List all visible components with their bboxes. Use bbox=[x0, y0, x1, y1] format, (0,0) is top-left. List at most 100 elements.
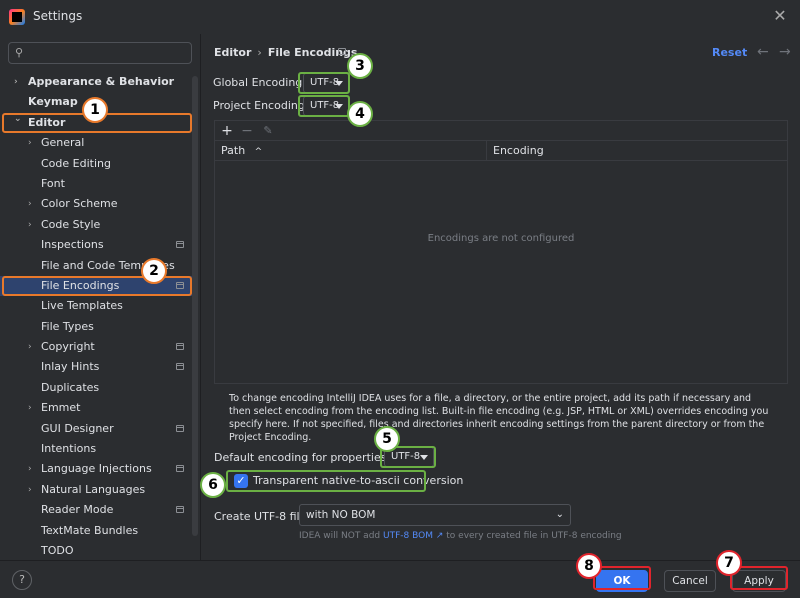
sidebar-item-label: File Types bbox=[41, 319, 94, 333]
chevron-right-icon[interactable]: › bbox=[28, 337, 38, 357]
close-icon[interactable]: ✕ bbox=[770, 6, 790, 26]
breadcrumb-separator-icon: › bbox=[257, 46, 262, 59]
column-header-encoding[interactable]: Encoding bbox=[487, 141, 787, 161]
step-badge-6: 6 bbox=[200, 472, 226, 498]
sidebar-item-natural-languages[interactable]: › Natural Languages bbox=[0, 480, 192, 500]
apply-button[interactable]: Apply bbox=[732, 570, 786, 592]
column-header-path[interactable]: Path ^ bbox=[215, 141, 487, 161]
chevron-right-icon[interactable]: › bbox=[28, 194, 38, 214]
chevron-right-icon[interactable]: › bbox=[28, 133, 38, 153]
empty-table-message: Encodings are not configured bbox=[427, 233, 575, 244]
step-badge-1: 1 bbox=[82, 97, 108, 123]
bom-note: IDEA will NOT add UTF-8 BOM ↗ to every c… bbox=[299, 531, 622, 541]
sidebar-item-general[interactable]: › General bbox=[0, 133, 192, 153]
project-encoding-label: Project Encoding: bbox=[213, 99, 309, 112]
sidebar-item-color-scheme[interactable]: › Color Scheme bbox=[0, 194, 192, 214]
path-header-label: Path bbox=[221, 144, 246, 157]
project-scope-icon bbox=[176, 363, 184, 371]
project-scope-icon bbox=[176, 343, 184, 351]
sidebar-item-todo[interactable]: TODO bbox=[0, 541, 192, 560]
sidebar-item-label: Emmet bbox=[41, 401, 81, 415]
main-panel: Editor › File Encodings Reset ← → Global E… bbox=[200, 34, 800, 560]
step-badge-5: 5 bbox=[374, 426, 400, 452]
cancel-button[interactable]: Cancel bbox=[664, 570, 716, 592]
sidebar-item-label: Copyright bbox=[41, 340, 95, 354]
sidebar-scrollbar[interactable] bbox=[192, 76, 198, 536]
reset-link[interactable]: Reset bbox=[712, 46, 747, 59]
table-toolbar: + − ✎ bbox=[214, 120, 788, 140]
sidebar-item-textmate-bundles[interactable]: TextMate Bundles bbox=[0, 521, 192, 541]
sidebar-item-label: General bbox=[41, 136, 85, 150]
sidebar-item-copyright[interactable]: › Copyright bbox=[0, 337, 192, 357]
sidebar-item-label: Language Injections bbox=[41, 462, 152, 476]
sidebar-item-label: Duplicates bbox=[41, 380, 100, 394]
remove-icon[interactable]: − bbox=[237, 121, 257, 141]
sidebar-item-label: Font bbox=[41, 176, 65, 190]
sidebar-item-inspections[interactable]: Inspections bbox=[0, 235, 192, 255]
step-badge-8: 8 bbox=[576, 553, 602, 579]
sidebar-item-gui-designer[interactable]: GUI Designer bbox=[0, 419, 192, 439]
sidebar-item-file-types[interactable]: File Types bbox=[0, 317, 192, 337]
project-encoding-dropdown[interactable]: UTF-8 bbox=[303, 96, 349, 116]
bom-note-suffix: to every created file in UTF-8 encoding bbox=[446, 531, 622, 541]
chevron-right-icon[interactable]: › bbox=[28, 215, 38, 235]
chevron-right-icon[interactable]: › bbox=[28, 398, 38, 418]
edit-pencil-icon[interactable]: ✎ bbox=[258, 121, 278, 141]
window-title: Settings bbox=[33, 9, 83, 23]
sidebar-item-code-editing[interactable]: Code Editing bbox=[0, 154, 192, 174]
sidebar-item-reader-mode[interactable]: Reader Mode bbox=[0, 500, 192, 520]
chevron-down-icon: ⌄ bbox=[555, 509, 564, 520]
project-scope-icon bbox=[338, 48, 346, 55]
sidebar-item-label: Inspections bbox=[41, 238, 104, 252]
native-to-ascii-label[interactable]: Transparent native-to-ascii conversion bbox=[253, 474, 463, 487]
step-badge-4: 4 bbox=[347, 101, 373, 127]
help-icon[interactable]: ? bbox=[12, 570, 32, 590]
sidebar-item-label: Intentions bbox=[41, 442, 97, 456]
forward-arrow-icon[interactable]: → bbox=[779, 44, 791, 60]
sidebar-item-label: Natural Languages bbox=[41, 482, 146, 496]
sidebar-item-language-injections[interactable]: › Language Injections bbox=[0, 459, 192, 479]
search-input[interactable] bbox=[35, 45, 185, 61]
bom-dropdown[interactable]: with NO BOM ⌄ bbox=[299, 504, 571, 526]
sidebar-item-inlay-hints[interactable]: Inlay Hints bbox=[0, 357, 192, 377]
utf8-bom-link[interactable]: UTF-8 BOM ↗ bbox=[383, 531, 443, 541]
bom-value: with NO BOM bbox=[306, 509, 376, 521]
step-badge-3: 3 bbox=[347, 53, 373, 79]
back-arrow-icon[interactable]: ← bbox=[757, 44, 769, 60]
sidebar-item-label: Live Templates bbox=[41, 299, 123, 313]
add-icon[interactable]: + bbox=[217, 121, 237, 141]
chevron-right-icon[interactable]: › bbox=[28, 459, 38, 479]
sidebar-item-label: GUI Designer bbox=[41, 421, 114, 435]
sidebar-item-appearance-behavior[interactable]: › Appearance & Behavior bbox=[0, 72, 192, 92]
sidebar-item-label: TextMate Bundles bbox=[41, 523, 139, 537]
chevron-down-icon[interactable]: ⌄ bbox=[14, 109, 24, 129]
chevron-right-icon[interactable]: › bbox=[14, 72, 24, 92]
bom-note-prefix: IDEA will NOT add bbox=[299, 531, 381, 541]
global-encoding-dropdown[interactable]: UTF-8 bbox=[303, 73, 349, 93]
sidebar-item-live-templates[interactable]: Live Templates bbox=[0, 296, 192, 316]
encoding-help-text: To change encoding IntelliJ IDEA uses fo… bbox=[229, 393, 769, 443]
sidebar-item-label: Code Style bbox=[41, 217, 101, 231]
native-to-ascii-checkbox[interactable]: ✓ bbox=[234, 474, 248, 488]
sidebar-item-emmet[interactable]: › Emmet bbox=[0, 398, 192, 418]
settings-tree: › Appearance & Behavior Keymap ⌄ Editor › Gene… bbox=[0, 72, 192, 560]
chevron-right-icon[interactable]: › bbox=[28, 480, 38, 500]
sort-ascending-icon: ^ bbox=[254, 147, 263, 157]
dropdown-arrow-icon bbox=[420, 455, 428, 460]
step-badge-2: 2 bbox=[141, 258, 167, 284]
dropdown-arrow-icon bbox=[335, 104, 343, 109]
search-icon: ⚲ bbox=[15, 46, 24, 59]
intellij-app-icon bbox=[9, 9, 25, 25]
sidebar-item-intentions[interactable]: Intentions bbox=[0, 439, 192, 459]
project-scope-icon bbox=[176, 465, 184, 473]
sidebar-item-duplicates[interactable]: Duplicates bbox=[0, 378, 192, 398]
settings-search[interactable]: ⚲ bbox=[8, 42, 192, 64]
sidebar-item-code-style[interactable]: › Code Style bbox=[0, 215, 192, 235]
sidebar-item-label: Appearance & Behavior bbox=[28, 75, 175, 88]
project-scope-icon bbox=[176, 241, 184, 249]
properties-encoding-value: UTF-8 bbox=[391, 451, 421, 462]
ok-button[interactable]: OK bbox=[596, 570, 648, 592]
sidebar-item-label: TODO bbox=[41, 543, 74, 557]
sidebar-item-font[interactable]: Font bbox=[0, 174, 192, 194]
title-bar: Settings ✕ bbox=[0, 0, 800, 34]
